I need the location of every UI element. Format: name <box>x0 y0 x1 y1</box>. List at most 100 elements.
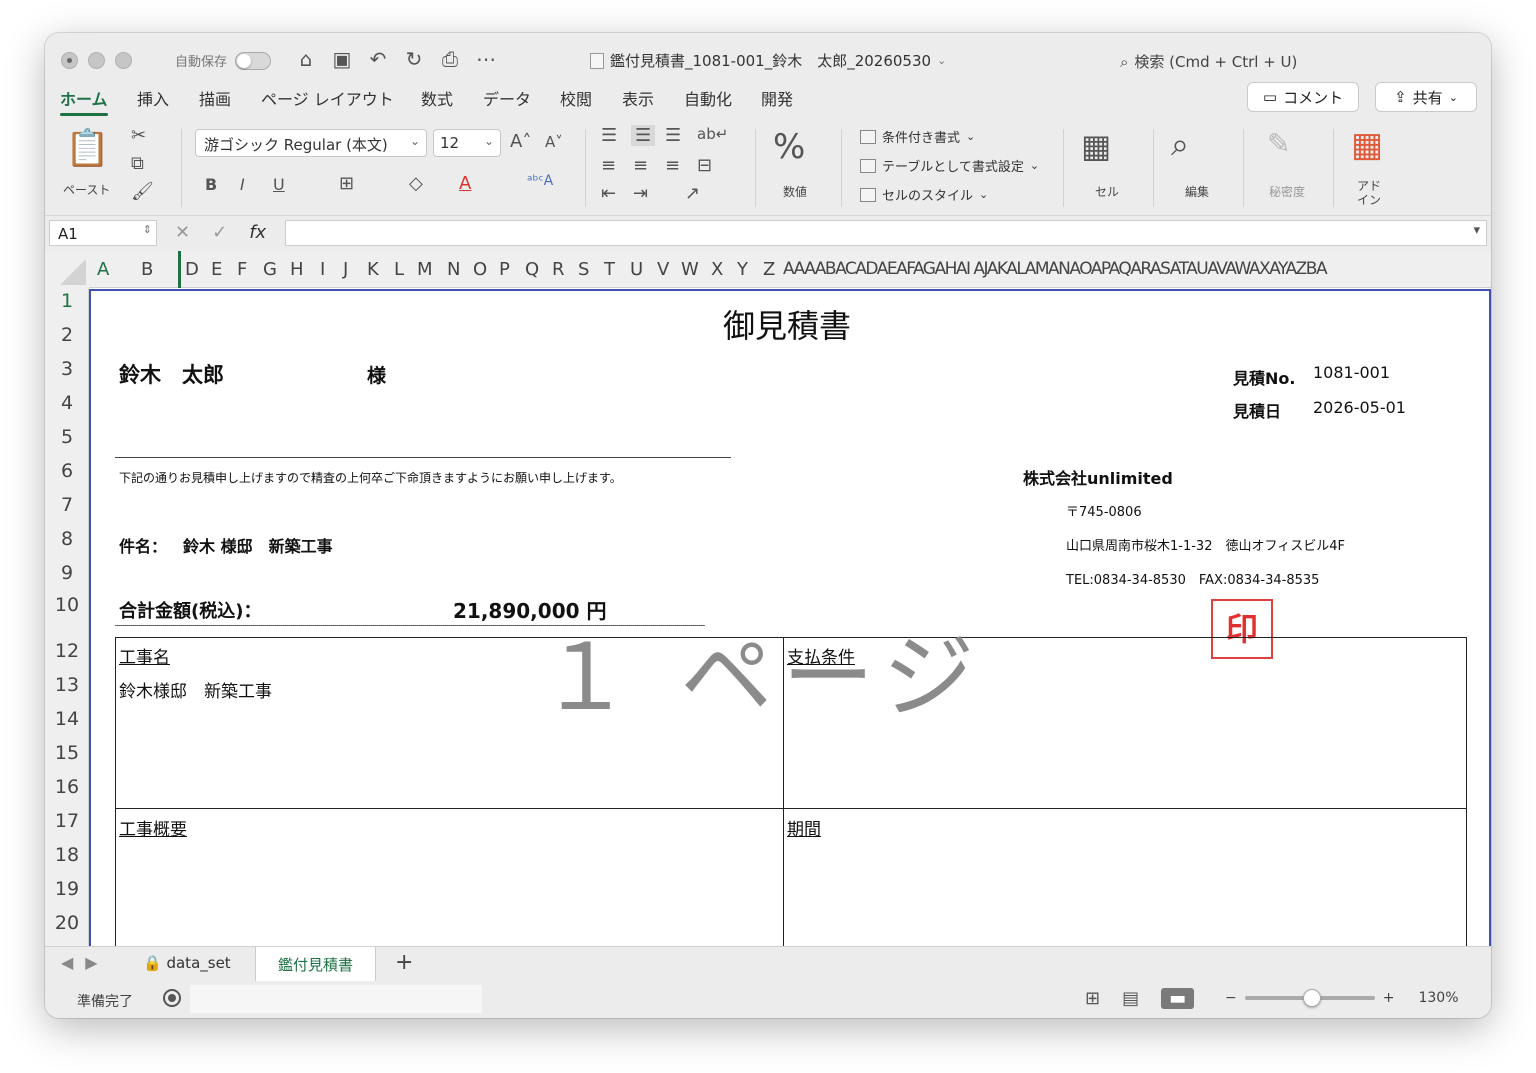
column-header-i[interactable]: I <box>320 259 325 280</box>
document-title[interactable]: 鑑付見積書_1081-001_鈴木 太郎_20260530 ⌄ <box>590 50 946 71</box>
row-header[interactable]: 12 <box>45 640 89 662</box>
page-break-view-icon[interactable]: ▬ <box>1161 988 1195 1009</box>
paste-icon[interactable]: 📋 <box>65 127 110 169</box>
name-box[interactable]: A1 ⇕ <box>49 220 157 246</box>
row-header[interactable]: 20 <box>45 912 89 934</box>
column-header-w[interactable]: W <box>681 259 699 280</box>
row-header[interactable]: 8 <box>45 528 89 550</box>
row-header[interactable]: 17 <box>45 810 89 832</box>
row-header[interactable]: 1 <box>45 290 89 312</box>
column-header-a[interactable]: A <box>97 259 109 280</box>
row-header[interactable]: 3 <box>45 358 89 380</box>
font-name-select[interactable]: 游ゴシック Regular (本文) ⌄ <box>195 129 427 157</box>
column-header-d[interactable]: D <box>185 259 199 280</box>
add-sheet-button[interactable]: + <box>395 950 413 975</box>
format-as-table-button[interactable]: テーブルとして書式設定 ⌄ <box>860 156 1039 175</box>
select-all-corner[interactable] <box>45 251 89 288</box>
bold-icon[interactable]: B <box>205 175 217 194</box>
cells-icon[interactable]: ▦ <box>1081 127 1111 165</box>
minimize-window-button[interactable] <box>88 52 105 69</box>
column-header-r[interactable]: R <box>552 259 565 280</box>
tab-home[interactable]: ホーム <box>60 86 108 116</box>
row-header[interactable]: 19 <box>45 878 89 900</box>
tab-developer[interactable]: 開発 <box>761 86 793 110</box>
tab-automate[interactable]: 自動化 <box>684 86 732 110</box>
conditional-format-button[interactable]: 条件付き書式 ⌄ <box>860 127 975 146</box>
increase-indent-icon[interactable]: ⇥ <box>633 183 648 204</box>
borders-icon[interactable]: ⊞ <box>339 173 354 194</box>
row-header[interactable]: 5 <box>45 426 89 448</box>
redo-icon[interactable]: ↻ <box>403 47 425 71</box>
cut-icon[interactable]: ✂ <box>131 125 146 146</box>
orientation-icon[interactable]: ↗ <box>685 183 700 204</box>
print-icon[interactable]: ⎙ <box>439 47 461 71</box>
share-button[interactable]: ⇪ 共有 ⌄ <box>1375 82 1477 112</box>
addins-icon[interactable]: ▦ <box>1351 125 1383 165</box>
column-header-v[interactable]: V <box>657 259 669 280</box>
find-icon[interactable]: ⌕ <box>1171 125 1189 164</box>
column-header-y[interactable]: Y <box>737 259 748 280</box>
align-bottom-icon[interactable]: ☰ <box>665 125 681 146</box>
copy-icon[interactable]: ⧉ <box>131 153 144 174</box>
column-header-n[interactable]: N <box>447 259 460 280</box>
tab-data[interactable]: データ <box>483 86 531 110</box>
zoom-out-icon[interactable]: − <box>1225 990 1237 1006</box>
undo-icon[interactable]: ↶ <box>367 47 389 71</box>
align-left-icon[interactable]: ≡ <box>601 155 616 176</box>
close-window-button[interactable] <box>61 52 78 69</box>
align-center-icon[interactable]: ≡ <box>633 155 648 176</box>
tab-formulas[interactable]: 数式 <box>421 86 453 110</box>
wrap-text-icon[interactable]: ab↵ <box>697 125 728 143</box>
phonetic-icon[interactable]: ᵃᵇᶜA <box>527 173 553 189</box>
autosave-toggle[interactable] <box>235 51 272 70</box>
row-header[interactable]: 16 <box>45 776 89 798</box>
column-header-j[interactable]: J <box>343 259 348 280</box>
font-size-select[interactable]: 12 ⌄ <box>433 129 501 157</box>
row-header[interactable]: 15 <box>45 742 89 764</box>
font-color-icon[interactable]: A <box>459 173 471 194</box>
format-painter-icon[interactable]: 🖌 <box>131 181 154 202</box>
column-header-g[interactable]: G <box>263 259 277 280</box>
search-box[interactable]: ⌕ 検索 (Cmd + Ctrl + U) <box>1120 51 1297 72</box>
increase-font-icon[interactable]: A˄ <box>510 131 531 152</box>
page-layout-view-icon[interactable]: ▤ <box>1122 988 1139 1009</box>
decrease-font-icon[interactable]: A˅ <box>545 133 563 151</box>
check-icon[interactable]: ✓ <box>212 222 227 243</box>
column-header-m[interactable]: M <box>417 259 433 280</box>
column-header-p[interactable]: P <box>499 259 510 280</box>
italic-icon[interactable]: I <box>240 175 245 194</box>
tab-review[interactable]: 校閲 <box>560 86 592 110</box>
number-format-icon[interactable]: % <box>773 127 805 167</box>
chevron-down-icon[interactable]: ▾ <box>1473 223 1480 238</box>
zoom-percent[interactable]: 130% <box>1418 990 1458 1006</box>
cancel-icon[interactable]: ✕ <box>175 222 190 243</box>
record-macro-icon[interactable] <box>163 989 181 1007</box>
column-header-x[interactable]: X <box>711 259 723 280</box>
column-header-l[interactable]: L <box>394 259 404 280</box>
comment-button[interactable]: ▭ コメント <box>1247 82 1359 112</box>
column-header-h[interactable]: H <box>290 259 304 280</box>
align-top-icon[interactable]: ☰ <box>601 125 617 146</box>
decrease-indent-icon[interactable]: ⇤ <box>601 183 616 204</box>
sheet-nav-arrows[interactable]: ◀▶ <box>61 953 110 972</box>
more-icon[interactable]: ⋯ <box>475 47 497 71</box>
column-header-b[interactable]: B <box>141 259 153 280</box>
column-header-f[interactable]: F <box>237 259 247 280</box>
row-header[interactable]: 14 <box>45 708 89 730</box>
align-middle-icon[interactable]: ☰ <box>631 125 656 146</box>
zoom-slider[interactable] <box>1244 989 1375 1007</box>
row-header[interactable]: 18 <box>45 844 89 866</box>
column-header-s[interactable]: S <box>578 259 589 280</box>
column-header-q[interactable]: Q <box>525 259 539 280</box>
row-header[interactable]: 2 <box>45 324 89 346</box>
tab-page-layout[interactable]: ページ レイアウト <box>261 86 394 110</box>
sheet-tab-estimate[interactable]: 鑑付見積書 <box>255 947 377 981</box>
save-icon[interactable]: ▣ <box>331 47 353 71</box>
maximize-window-button[interactable] <box>115 52 132 69</box>
column-header-k[interactable]: K <box>367 259 379 280</box>
column-header-aa-ba[interactable]: AAAABACADAEAFAGAHAI AJAKALAMANAOAPAQARAS… <box>783 259 1328 279</box>
align-right-icon[interactable]: ≡ <box>665 155 680 176</box>
sheet-tab-data-set[interactable]: 🔒 data_set <box>143 954 231 972</box>
tab-insert[interactable]: 挿入 <box>137 86 169 110</box>
formula-input[interactable]: ▾ <box>285 220 1487 246</box>
